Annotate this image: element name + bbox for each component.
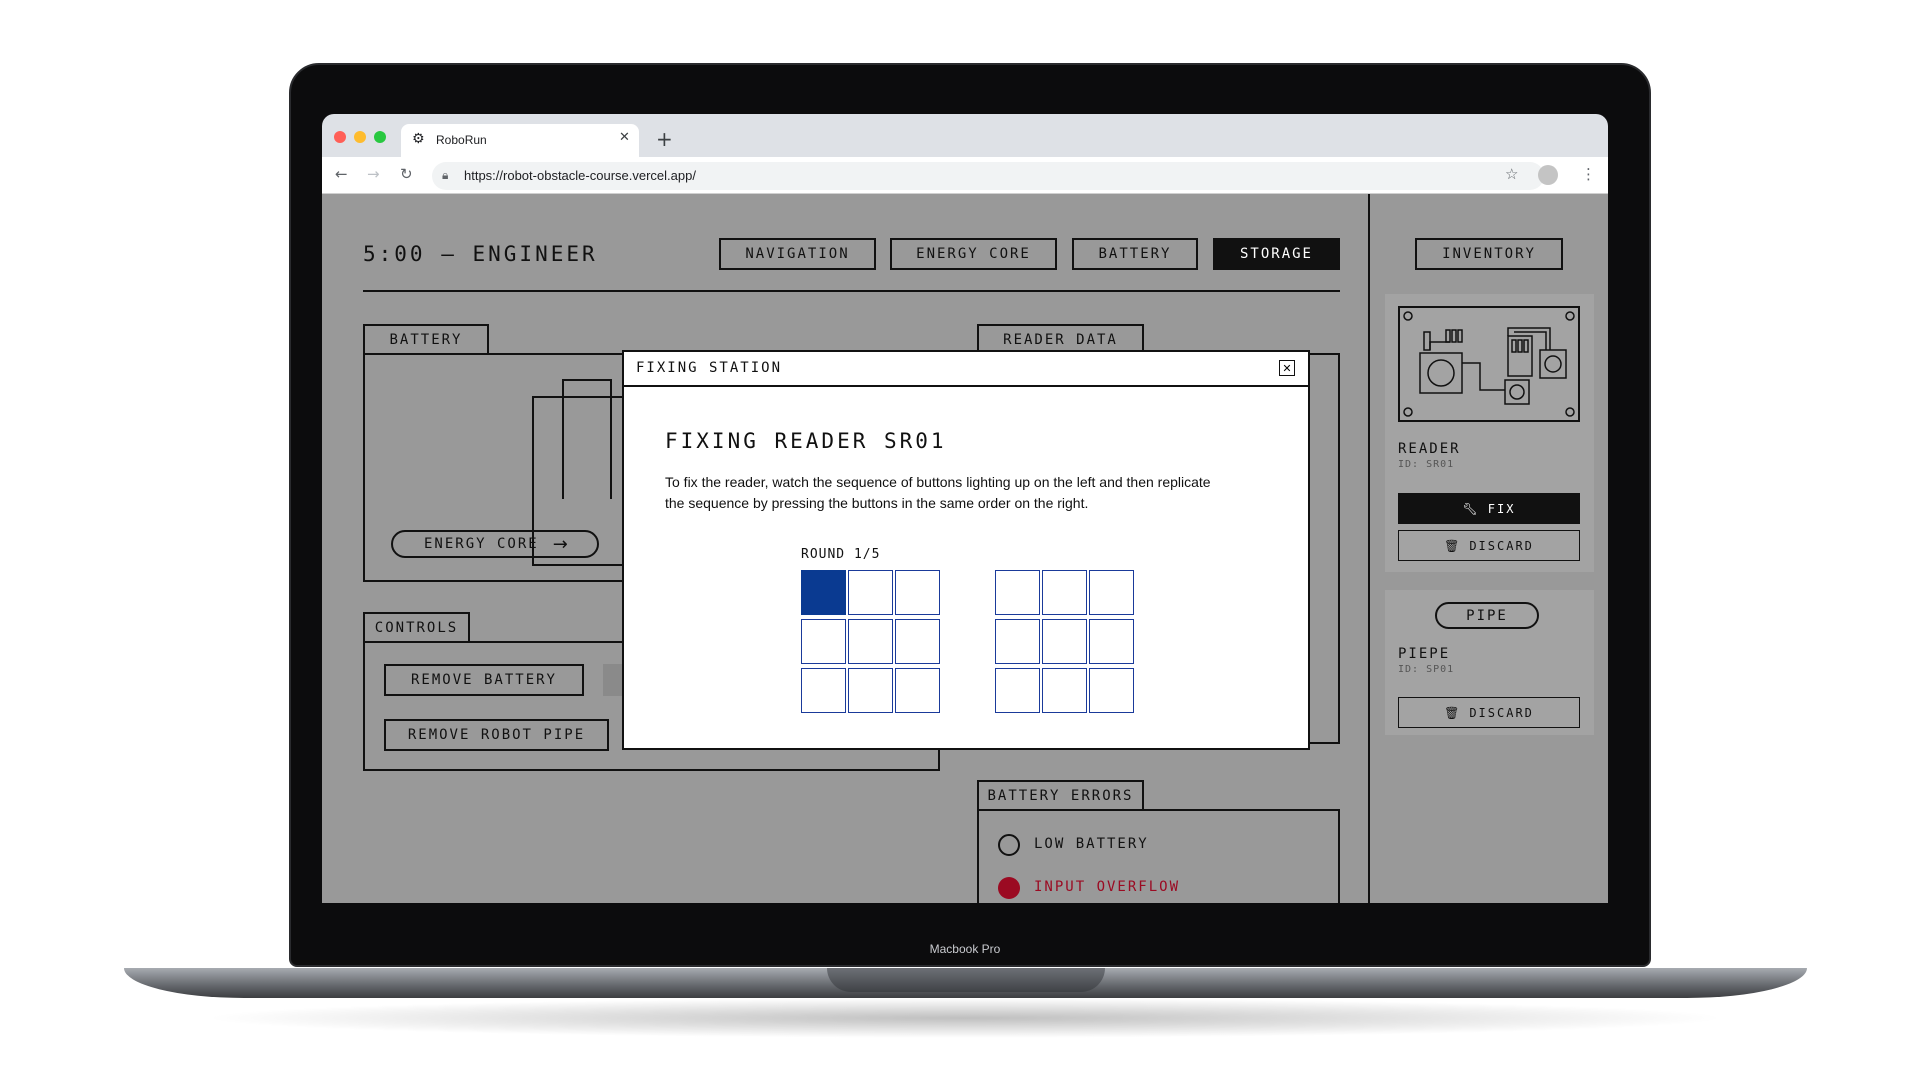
laptop-shadow: [200, 998, 1730, 1038]
sequence-display-cell: [848, 619, 893, 664]
close-icon[interactable]: ✕: [1279, 360, 1295, 376]
battery-errors-tag: BATTERY ERRORS: [977, 780, 1144, 810]
device-label: Macbook Pro: [929, 942, 1001, 956]
circuit-board-icon: [1403, 311, 1575, 417]
sequence-input-button[interactable]: [1089, 619, 1134, 664]
controls-tag: CONTROLS: [363, 612, 470, 642]
reload-icon[interactable]: ↻: [400, 165, 413, 183]
new-tab-icon[interactable]: +: [656, 127, 673, 151]
sequence-input-button[interactable]: [995, 619, 1040, 664]
sequence-input-button[interactable]: [1042, 619, 1087, 664]
wrench-icon: 🔧︎: [1462, 501, 1480, 516]
lock-icon: 🔒︎: [442, 168, 449, 182]
reader-item-id: ID: SR01: [1398, 459, 1455, 470]
close-tab-icon[interactable]: ✕: [619, 130, 630, 145]
tab-title: RoboRun: [436, 133, 487, 147]
minimize-window-button[interactable]: [354, 131, 366, 143]
tab-storage[interactable]: STORAGE: [1213, 238, 1340, 270]
input-overflow-indicator: [998, 877, 1020, 899]
arrow-right-icon: →: [552, 533, 570, 555]
sequence-input-button[interactable]: [995, 668, 1040, 713]
fixing-station-modal: FIXING STATION ✕ FIXING READER SR01 To f…: [622, 350, 1310, 750]
reader-item-name: READER: [1398, 441, 1461, 457]
battery-schematic-inner: [562, 379, 612, 499]
sequence-input-button[interactable]: [1089, 570, 1134, 615]
modal-header-divider: [624, 385, 1308, 387]
sequence-display-cell: [895, 619, 940, 664]
sequence-display-cell: [801, 570, 846, 615]
forward-arrow-icon[interactable]: →: [367, 165, 380, 183]
sequence-input-button[interactable]: [1089, 668, 1134, 713]
sequence-input-button[interactable]: [1042, 570, 1087, 615]
maximize-window-button[interactable]: [374, 131, 386, 143]
url-text[interactable]: https://robot-obstacle-course.vercel.app…: [464, 168, 696, 183]
sequence-display-cell: [801, 619, 846, 664]
low-battery-indicator: [998, 834, 1020, 856]
sidebar-divider: [1368, 194, 1370, 903]
remove-robot-pipe-button[interactable]: REMOVE ROBOT PIPE: [384, 719, 609, 751]
reader-circuit-image: [1398, 306, 1580, 422]
round-counter: ROUND 1/5: [801, 547, 881, 562]
pipe-item-id: ID: SP01: [1398, 664, 1455, 675]
sequence-display-cell: [848, 668, 893, 713]
battery-panel-tag: BATTERY: [363, 324, 489, 354]
sequence-display-cell: [895, 570, 940, 615]
trash-icon: 🗑︎: [1444, 538, 1462, 553]
page-title: 5:00 — ENGINEER: [363, 242, 598, 266]
browser-menu-icon[interactable]: ⋮: [1581, 165, 1596, 183]
sequence-display-cell: [895, 668, 940, 713]
fix-button[interactable]: 🔧︎ FIX: [1398, 493, 1580, 524]
laptop-notch: [827, 968, 1105, 992]
input-overflow-label: INPUT OVERFLOW: [1034, 879, 1181, 895]
modal-description: To fix the reader, watch the sequence of…: [665, 474, 1211, 511]
trash-icon: 🗑︎: [1444, 705, 1462, 720]
low-battery-label: LOW BATTERY: [1034, 836, 1149, 852]
close-window-button[interactable]: [334, 131, 346, 143]
sequence-display-cell: [801, 668, 846, 713]
sequence-input-grid: [995, 570, 1135, 713]
header-divider: [363, 290, 1340, 292]
robot-favicon-icon: ⚙: [412, 131, 425, 147]
discard-reader-button[interactable]: 🗑︎ DISCARD: [1398, 530, 1580, 561]
sequence-display-grid: [801, 570, 941, 713]
tab-battery[interactable]: BATTERY: [1072, 238, 1198, 270]
modal-title: FIXING READER SR01: [665, 429, 947, 453]
discard-pipe-button[interactable]: 🗑︎ DISCARD: [1398, 697, 1580, 728]
sequence-input-button[interactable]: [995, 570, 1040, 615]
energy-core-connector[interactable]: ENERGY CORE →: [391, 530, 599, 558]
back-arrow-icon[interactable]: ←: [335, 165, 348, 183]
remove-battery-button[interactable]: REMOVE BATTERY: [384, 664, 584, 696]
connector-label: ENERGY CORE: [424, 536, 539, 552]
bookmark-star-icon[interactable]: ☆: [1505, 165, 1518, 183]
pipe-pill: PIPE: [1435, 602, 1539, 629]
tab-navigation[interactable]: NAVIGATION: [719, 238, 876, 270]
modal-header-title: FIXING STATION: [636, 360, 783, 376]
tab-energy-core[interactable]: ENERGY CORE: [890, 238, 1057, 270]
sequence-input-button[interactable]: [1042, 668, 1087, 713]
profile-avatar[interactable]: [1538, 165, 1558, 185]
pipe-item-name: PIEPE: [1398, 646, 1451, 662]
inventory-title: INVENTORY: [1415, 238, 1563, 270]
sequence-display-cell: [848, 570, 893, 615]
